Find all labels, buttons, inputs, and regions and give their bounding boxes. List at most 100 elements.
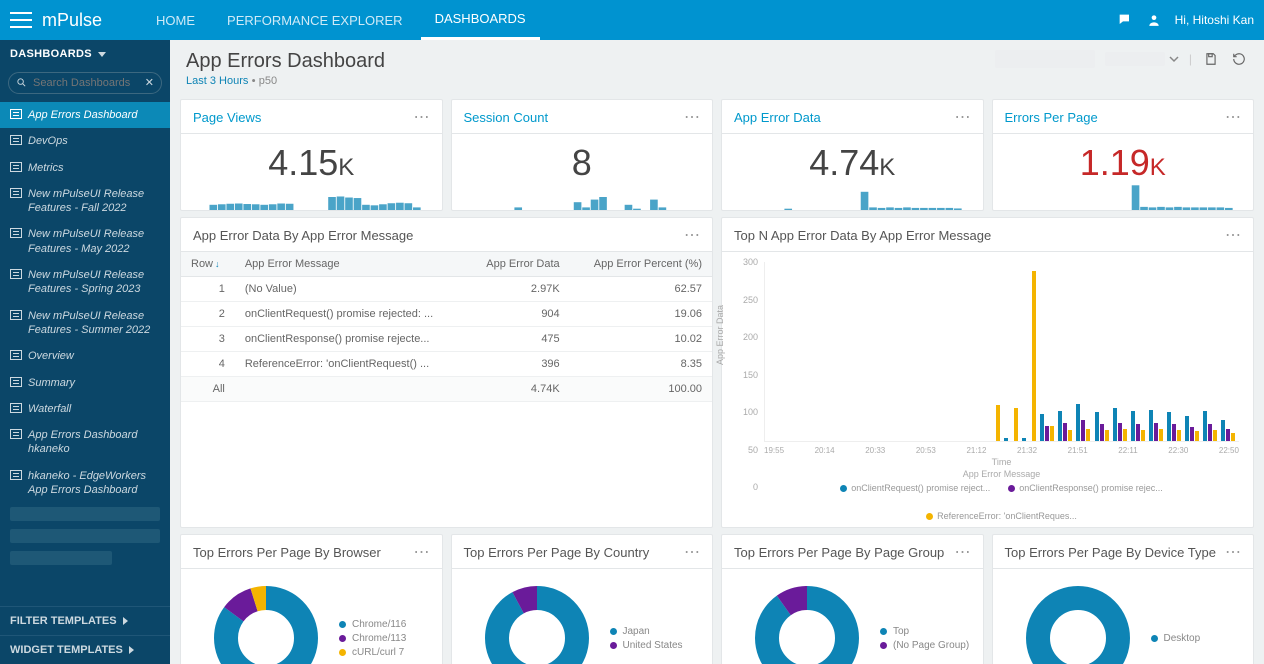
legend-item: onClientResponse() promise rejec... — [1008, 483, 1163, 493]
donut-panel: Top Errors Per Page By Browser ⋯ Chrome/11… — [180, 534, 443, 664]
dashboard-icon — [10, 350, 22, 360]
bar — [1177, 430, 1181, 441]
panel-menu-icon[interactable]: ⋯ — [1225, 548, 1241, 558]
bar — [1040, 414, 1044, 441]
bar — [1195, 431, 1199, 441]
y-tick: 100 — [743, 407, 758, 417]
x-tick: 21:12 — [966, 446, 986, 455]
bar — [996, 405, 1000, 441]
table-header[interactable]: App Error Percent (%) — [570, 252, 712, 277]
metric-title: Session Count — [464, 110, 549, 125]
table-row[interactable]: 3onClientResponse() promise rejecte...47… — [181, 327, 712, 352]
dashboard-icon — [10, 377, 22, 387]
bar — [1131, 411, 1135, 441]
bar — [1068, 430, 1072, 441]
clear-search-icon[interactable]: ✕ — [145, 76, 154, 89]
sparkline — [993, 184, 1254, 210]
sidebar-item[interactable]: New mPulseUI Release Features - Spring 2… — [0, 262, 170, 303]
sidebar-item-label: App Errors Dashboard hkaneko — [28, 428, 160, 457]
refresh-icon[interactable] — [1230, 50, 1248, 68]
table-row[interactable]: 2onClientRequest() promise rejected: ...… — [181, 302, 712, 327]
bar — [1022, 438, 1026, 441]
x-axis-label: Time — [764, 457, 1239, 467]
sidebar-heading[interactable]: DASHBOARDS — [0, 40, 170, 68]
sidebar-item[interactable]: Metrics — [0, 155, 170, 181]
table-row[interactable]: 4ReferenceError: 'onClientRequest() ...3… — [181, 352, 712, 377]
sidebar-item-label: App Errors Dashboard — [28, 108, 137, 122]
donut-chart — [1023, 583, 1133, 664]
user-icon[interactable] — [1147, 13, 1161, 27]
legend-item: Top — [880, 626, 969, 637]
panel-title: Top N App Error Data By App Error Messag… — [734, 228, 991, 243]
sidebar-item[interactable]: New mPulseUI Release Features - Summer 2… — [0, 303, 170, 344]
sidebar-item[interactable]: New mPulseUI Release Features - Fall 202… — [0, 181, 170, 222]
sidebar-item[interactable]: App Errors Dashboard — [0, 102, 170, 128]
panel-menu-icon[interactable]: ⋯ — [1225, 113, 1241, 123]
table-header[interactable]: App Error Data — [466, 252, 570, 277]
chat-icon[interactable] — [1117, 12, 1133, 28]
y-tick: 0 — [753, 482, 758, 492]
legend-item: Chrome/113 — [339, 633, 406, 644]
x-tick: 20:53 — [916, 446, 936, 455]
sidebar-item[interactable]: Summary — [0, 370, 170, 396]
sidebar-item-label: Overview — [28, 349, 74, 363]
panel-menu-icon[interactable]: ⋯ — [1225, 231, 1241, 241]
y-tick: 200 — [743, 332, 758, 342]
x-tick: 20:33 — [865, 446, 885, 455]
nav-tab-home[interactable]: HOME — [142, 0, 209, 40]
metric-value: 8 — [572, 142, 592, 183]
y-tick: 250 — [743, 295, 758, 305]
bar — [1221, 420, 1225, 441]
metric-card: Errors Per Page⋯1.19K — [992, 99, 1255, 211]
dashboard-icon — [10, 109, 22, 119]
page-subtitle: Last 3 Hours ● p50 — [186, 75, 385, 87]
filter-templates-section[interactable]: FILTER TEMPLATES — [0, 606, 170, 635]
search-dashboards-input[interactable] — [8, 72, 162, 94]
panel-menu-icon[interactable]: ⋯ — [955, 548, 971, 558]
sidebar-item[interactable]: Overview — [0, 343, 170, 369]
dashboard-icon — [10, 403, 22, 413]
bar — [1081, 420, 1085, 441]
legend-item: United States — [610, 640, 683, 651]
panel-title: Top Errors Per Page By Browser — [193, 545, 381, 560]
table-header[interactable]: App Error Message — [235, 252, 466, 277]
dashboard-dropdown[interactable] — [1105, 52, 1179, 66]
panel-menu-icon[interactable]: ⋯ — [414, 548, 430, 558]
dashboard-icon — [10, 470, 22, 480]
sidebar-item[interactable]: Waterfall — [0, 396, 170, 422]
sidebar-item[interactable]: New mPulseUI Release Features - May 2022 — [0, 221, 170, 262]
bar — [1045, 426, 1049, 441]
sparkline — [452, 184, 713, 210]
bar — [1159, 429, 1163, 441]
panel-menu-icon[interactable]: ⋯ — [684, 113, 700, 123]
nav-tab-performance-explorer[interactable]: PERFORMANCE EXPLORER — [213, 0, 417, 40]
sidebar-item[interactable]: App Errors Dashboard hkaneko — [0, 422, 170, 463]
dashboard-icon — [10, 135, 22, 145]
legend-item: Japan — [610, 626, 683, 637]
panel-menu-icon[interactable]: ⋯ — [684, 231, 700, 241]
panel-menu-icon[interactable]: ⋯ — [414, 113, 430, 123]
sidebar-item[interactable]: hkaneko - EdgeWorkers App Errors Dashboa… — [0, 463, 170, 504]
bar — [1190, 427, 1194, 441]
save-icon[interactable] — [1202, 50, 1220, 68]
dashboard-icon — [10, 310, 22, 320]
widget-templates-section[interactable]: WIDGET TEMPLATES — [0, 635, 170, 664]
panel-title: Top Errors Per Page By Device Type — [1005, 545, 1216, 560]
caret-right-icon — [129, 646, 134, 654]
menu-toggle-icon[interactable] — [10, 12, 32, 28]
table-row[interactable]: 1(No Value)2.97K62.57 — [181, 277, 712, 302]
nav-tab-dashboards[interactable]: DASHBOARDS — [421, 0, 540, 40]
x-tick: 21:32 — [1017, 446, 1037, 455]
redacted-item — [10, 529, 160, 543]
dashboard-icon — [10, 269, 22, 279]
bar — [1095, 412, 1099, 441]
bar — [1167, 412, 1171, 441]
panel-menu-icon[interactable]: ⋯ — [684, 548, 700, 558]
metric-card: App Error Data⋯4.74K — [721, 99, 984, 211]
donut-panel: Top Errors Per Page By Device Type⋯Deskt… — [992, 534, 1255, 664]
table-header[interactable]: Row↓ — [181, 252, 235, 277]
sidebar-item[interactable]: DevOps — [0, 128, 170, 154]
table-total-row: All4.74K100.00 — [181, 377, 712, 402]
panel-menu-icon[interactable]: ⋯ — [955, 113, 971, 123]
dashboard-icon — [10, 188, 22, 198]
